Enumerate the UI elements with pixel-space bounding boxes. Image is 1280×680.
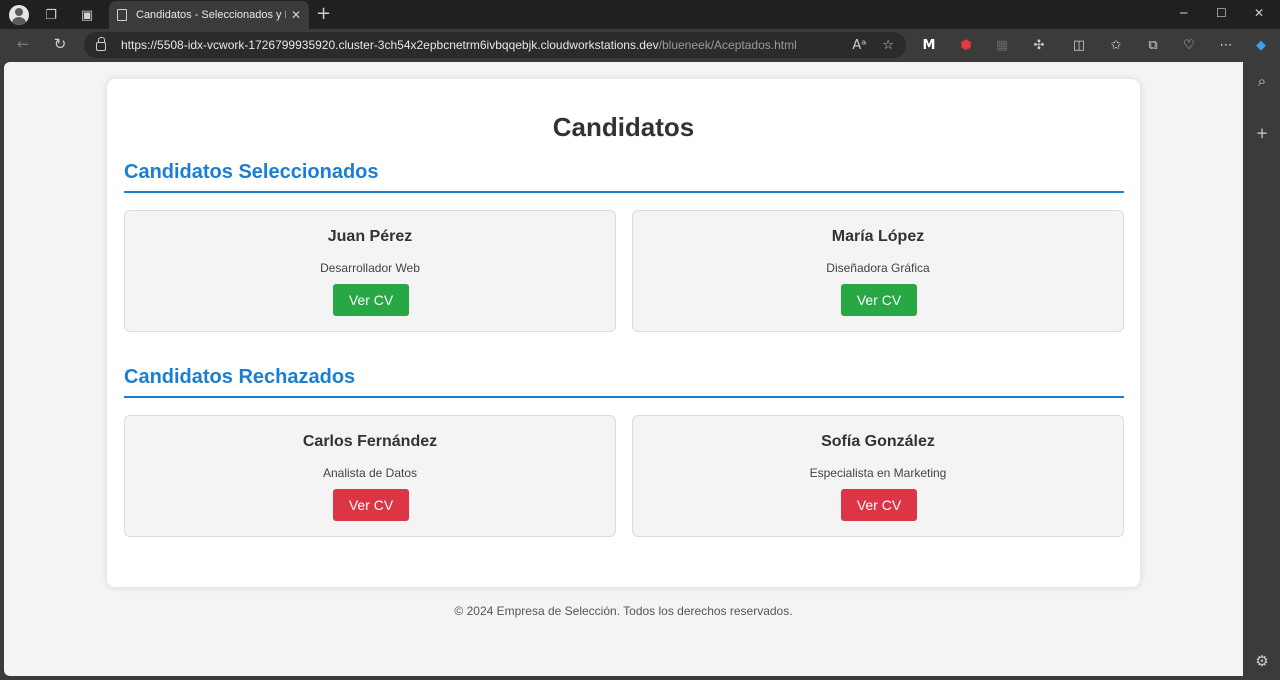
- candidate-role: Diseñadora Gráfica: [826, 261, 930, 275]
- workspaces-icon[interactable]: ❐: [40, 4, 62, 26]
- candidate-role: Analista de Datos: [322, 466, 418, 480]
- page-viewport: Candidatos Candidatos Seleccionados Juan…: [4, 62, 1243, 676]
- back-icon[interactable]: ←: [12, 35, 34, 53]
- add-icon[interactable]: +: [1252, 124, 1272, 142]
- more-options-icon[interactable]: ⋯: [1217, 36, 1235, 54]
- split-screen-icon[interactable]: ◫: [1070, 36, 1088, 54]
- section-title-rejected: Candidatos Rechazados: [124, 366, 356, 388]
- view-cv-button[interactable]: Ver CV: [333, 489, 409, 521]
- minimize-icon[interactable]: ─: [1180, 6, 1187, 20]
- page-footer: © 2024 Empresa de Selección. Todos los d…: [454, 604, 793, 618]
- extension-shield-icon[interactable]: ⬢: [957, 36, 975, 54]
- search-icon[interactable]: ⌕: [1252, 72, 1272, 90]
- candidate-card: Carlos Fernández Analista de Datos Ver C…: [124, 415, 616, 537]
- read-aloud-icon[interactable]: Aᵃ: [852, 38, 866, 53]
- candidate-card: Sofía González Especialista en Marketing…: [632, 415, 1124, 537]
- url-host: https://5508-idx-vcwork-1726799935920.cl…: [121, 38, 659, 52]
- candidate-name: Carlos Fernández: [302, 433, 438, 450]
- browser-tab-bar: ❐ ▣ Candidatos - Seleccionados y Rechaza…: [0, 0, 1280, 29]
- browser-toolbar: ← ↻ https://5508-idx-vcwork-172679993592…: [0, 29, 1280, 62]
- page-title: Candidatos: [552, 112, 695, 142]
- favorites-icon[interactable]: ✩: [1107, 36, 1125, 54]
- close-window-icon[interactable]: ✕: [1254, 6, 1264, 20]
- settings-gear-icon[interactable]: ⚙: [1252, 652, 1272, 670]
- candidate-role: Especialista en Marketing: [809, 466, 947, 480]
- candidate-card: Juan Pérez Desarrollador Web Ver CV: [124, 210, 616, 332]
- maximize-icon[interactable]: ☐: [1216, 6, 1227, 20]
- url-path: /blueneek/Aceptados.html: [658, 38, 797, 52]
- section-divider: [124, 396, 1124, 398]
- collections-icon[interactable]: ⧉: [1144, 36, 1162, 54]
- address-bar[interactable]: https://5508-idx-vcwork-1726799935920.cl…: [84, 32, 906, 58]
- extension-grey-icon[interactable]: ▦: [993, 36, 1011, 54]
- browser-essentials-icon[interactable]: ♡: [1180, 36, 1198, 54]
- close-tab-icon[interactable]: ✕: [291, 8, 301, 22]
- lock-icon: [96, 37, 106, 51]
- browser-sidebar: ⌕ + ⚙: [1244, 62, 1280, 680]
- profile-icon[interactable]: [8, 4, 30, 26]
- candidate-role: Desarrollador Web: [320, 261, 420, 275]
- tab-actions-icon[interactable]: ▣: [76, 4, 98, 26]
- refresh-icon[interactable]: ↻: [49, 35, 71, 53]
- candidate-name: Sofía González: [821, 433, 935, 450]
- url-text: https://5508-idx-vcwork-1726799935920.cl…: [121, 38, 797, 52]
- tab-title: Candidatos - Seleccionados y Rechazados: [136, 9, 286, 21]
- copilot-icon[interactable]: ◆: [1252, 36, 1270, 54]
- view-cv-button[interactable]: Ver CV: [841, 489, 917, 521]
- view-cv-button[interactable]: Ver CV: [841, 284, 917, 316]
- section-divider: [124, 191, 1124, 193]
- content-container: Candidatos Candidatos Seleccionados Juan…: [107, 79, 1140, 587]
- candidate-card: María López Diseñadora Gráfica Ver CV: [632, 210, 1124, 332]
- view-cv-button[interactable]: Ver CV: [333, 284, 409, 316]
- extensions-puzzle-icon[interactable]: ✣: [1030, 36, 1048, 54]
- page-icon: [117, 9, 127, 21]
- favorite-star-icon[interactable]: ☆: [882, 38, 894, 53]
- section-title-selected: Candidatos Seleccionados: [124, 161, 379, 183]
- candidate-name: Juan Pérez: [327, 228, 413, 245]
- browser-tab[interactable]: Candidatos - Seleccionados y Rechazados …: [109, 1, 309, 29]
- candidate-name: María López: [831, 228, 925, 245]
- extension-m-icon[interactable]: M: [920, 36, 938, 54]
- new-tab-button[interactable]: +: [316, 3, 331, 24]
